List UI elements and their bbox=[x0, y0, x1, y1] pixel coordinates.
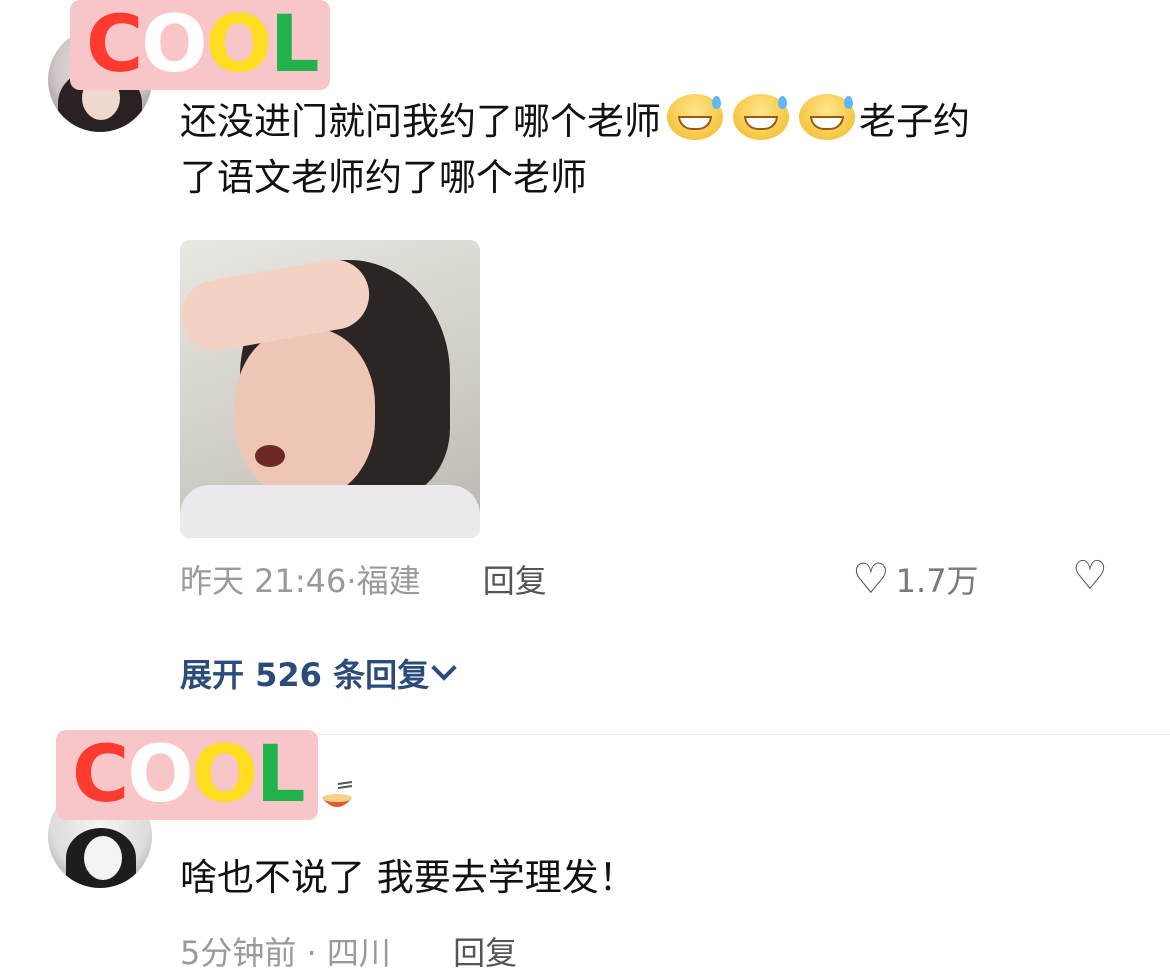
user-badge: COOL bbox=[56, 730, 318, 820]
noodle-bowl-icon bbox=[322, 781, 353, 807]
badge-letter: L bbox=[255, 730, 306, 820]
comment-item: COOL 啥也不说了 我要去学理发！ 5分钟前 · 四川 回复 bbox=[0, 730, 1170, 973]
like-button[interactable]: ♡ 1.7万 bbox=[852, 556, 979, 602]
badge-letter: O bbox=[127, 730, 193, 820]
comment-text-part: 还没进门就问我约了哪个老师 bbox=[180, 100, 661, 143]
comment-time: 昨天 21:46 bbox=[180, 562, 347, 600]
expand-replies-label: 展开 526 条回复 bbox=[180, 656, 430, 694]
broken-heart-icon: ♡ bbox=[1072, 553, 1108, 599]
meta-separator: · bbox=[296, 934, 327, 972]
expand-replies-link[interactable]: 展开 526 条回复 bbox=[180, 650, 457, 696]
grinning-sweat-emoji-icon bbox=[667, 94, 723, 140]
comment-text-part: 了语文老师约了哪个老师 bbox=[180, 156, 587, 199]
heart-icon: ♡ bbox=[852, 554, 890, 603]
grinning-sweat-emoji-icon bbox=[799, 94, 855, 140]
badge-text: COOL bbox=[86, 6, 320, 84]
badge-letter: O bbox=[205, 0, 272, 90]
badge-letter: C bbox=[72, 730, 129, 820]
comment-meta: 5分钟前 · 四川 回复 bbox=[180, 928, 517, 974]
badge-text: COOL bbox=[72, 736, 306, 814]
comment-text: 还没进门就问我约了哪个老师 老子约 了语文老师约了哪个老师 bbox=[180, 94, 1100, 206]
meta-separator: · bbox=[346, 562, 357, 600]
grinning-sweat-emoji-icon bbox=[733, 94, 789, 140]
reply-button[interactable]: 回复 bbox=[453, 934, 517, 972]
meme-mouth bbox=[255, 445, 285, 467]
badge-letter: O bbox=[141, 0, 207, 90]
badge-letter: O bbox=[191, 730, 258, 820]
dislike-button[interactable]: ♡ bbox=[1072, 556, 1108, 596]
comment-text: 啥也不说了 我要去学理发！ bbox=[180, 850, 636, 906]
user-badge: COOL bbox=[70, 0, 330, 90]
meme-shirt bbox=[180, 485, 480, 538]
meme-image[interactable] bbox=[180, 240, 480, 538]
badge-letter: C bbox=[86, 0, 143, 90]
chevron-down-icon bbox=[431, 655, 457, 681]
comment-meta: 昨天 21:46·福建 回复 bbox=[180, 556, 547, 602]
comment-time: 5分钟前 bbox=[180, 934, 297, 972]
reply-button[interactable]: 回复 bbox=[483, 562, 547, 600]
badge-letter: L bbox=[269, 0, 320, 90]
like-count: 1.7万 bbox=[895, 562, 979, 600]
comment-location: 福建 bbox=[356, 562, 421, 600]
meme-face bbox=[235, 328, 375, 498]
comment-item: COOL 还没进门就问我约了哪个老师 老子约 了语文老师约了哪个老师 昨天 21:… bbox=[0, 0, 1170, 730]
comment-text-part: 老子约 bbox=[859, 100, 970, 143]
comment-location: 四川 bbox=[326, 934, 391, 972]
comment-text-part: 啥也不说了 我要去学理发！ bbox=[180, 856, 636, 899]
avatar-face bbox=[84, 836, 122, 880]
